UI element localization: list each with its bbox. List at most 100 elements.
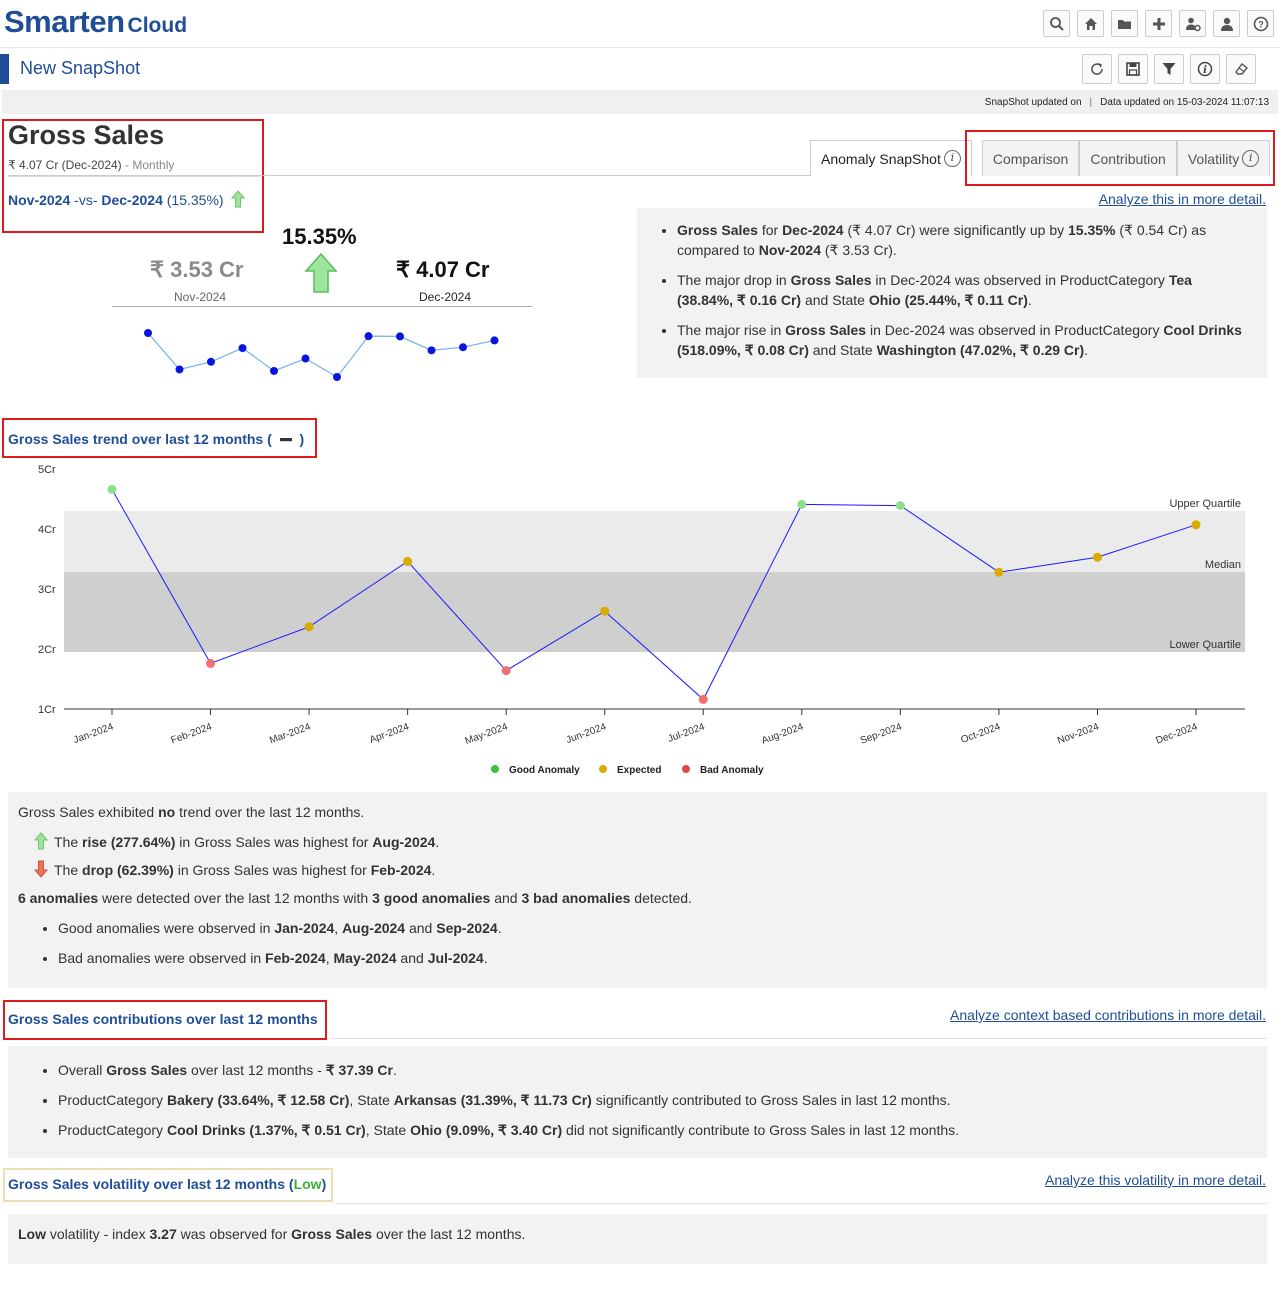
svg-text:?: ? xyxy=(1258,19,1264,29)
rise-statement: The rise (277.64%) in Gross Sales was hi… xyxy=(33,832,439,850)
title-accent xyxy=(0,54,9,84)
good-anomalies-item: Good anomalies were observed in Jan-2024… xyxy=(58,918,502,938)
data-point xyxy=(107,484,117,494)
data-updated-label: Data updated on 15-03-2024 11:07:13 xyxy=(1100,97,1269,108)
user-icon[interactable] xyxy=(1213,10,1240,37)
anomaly-summary: Gross Sales for Dec-2024 (₹ 4.07 Cr) wer… xyxy=(637,208,1267,378)
legend-marker xyxy=(682,765,690,773)
sparkline-point xyxy=(396,332,404,341)
down-arrow-icon xyxy=(33,860,49,878)
sparkline-point xyxy=(364,332,373,341)
data-point xyxy=(994,567,1004,577)
tab-baseline xyxy=(8,175,810,176)
vol-statement: Low volatility - index 3.27 was observed… xyxy=(18,1226,526,1242)
data-point xyxy=(1092,552,1102,562)
kpi-divider xyxy=(112,306,532,307)
contrib-item: Overall Gross Sales over last 12 months … xyxy=(58,1060,959,1080)
sparkline-chart xyxy=(144,329,499,381)
data-point xyxy=(501,666,511,676)
data-point xyxy=(698,694,708,704)
median-band xyxy=(64,572,1245,652)
sparkline-point xyxy=(459,343,467,352)
period-comparison: Nov-2024 -vs- Dec-2024 (15.35%) xyxy=(8,190,246,208)
top-toolbar: ? xyxy=(1036,10,1274,37)
data-point xyxy=(797,499,807,509)
measure-divider xyxy=(8,176,260,177)
analyze-detail-link[interactable]: Analyze this in more detail. xyxy=(1099,191,1266,207)
legend-marker xyxy=(491,765,499,773)
y-tick-label: 3Cr xyxy=(38,584,56,596)
band-label: Lower Quartile xyxy=(1169,639,1241,651)
trend-summary: Gross Sales exhibited no trend over the … xyxy=(8,792,1267,988)
user-settings-icon[interactable] xyxy=(1179,10,1206,37)
x-tick-label: Dec-2024 xyxy=(1155,721,1200,746)
status-bar: SnapShot updated on | Data updated on 15-0… xyxy=(2,90,1278,114)
band-label: Upper Quartile xyxy=(1169,498,1241,510)
data-point xyxy=(403,556,413,566)
y-tick-label: 1Cr xyxy=(38,704,56,716)
analyze-contrib-link[interactable]: Analyze context based contributions in m… xyxy=(950,1007,1266,1023)
svg-text:i: i xyxy=(1203,65,1207,76)
x-tick-label: Apr-2024 xyxy=(368,721,411,746)
sub-bar: New SnapShot i xyxy=(0,49,1280,89)
help-icon[interactable]: ? xyxy=(1247,10,1274,37)
up-arrow-icon xyxy=(33,832,49,850)
legend-label: Bad Anomaly xyxy=(700,765,764,776)
y-tick-label: 4Cr xyxy=(38,524,56,536)
save-icon[interactable] xyxy=(1118,54,1148,84)
snapshot-updated-label: SnapShot updated on xyxy=(984,97,1082,108)
trend-statement: Gross Sales exhibited no trend over the … xyxy=(18,804,365,820)
info-icon[interactable]: i xyxy=(943,150,961,167)
data-point xyxy=(206,658,216,668)
tabs-highlight xyxy=(965,130,1275,186)
legend-label: Good Anomaly xyxy=(509,765,580,776)
up-arrow-icon xyxy=(304,252,338,293)
filter-icon[interactable] xyxy=(1154,54,1184,84)
drop-statement: The drop (62.39%) in Gross Sales was hig… xyxy=(33,860,435,878)
eraser-icon[interactable] xyxy=(1226,54,1256,84)
page-title: New SnapShot xyxy=(20,58,141,78)
x-tick-label: Feb-2024 xyxy=(170,721,214,746)
analyze-vol-link[interactable]: Analyze this volatility in more detail. xyxy=(1045,1172,1266,1188)
x-tick-label: Jul-2024 xyxy=(666,721,706,745)
y-tick-label: 5Cr xyxy=(38,464,56,476)
x-tick-label: Sep-2024 xyxy=(859,721,904,746)
band-label: Median xyxy=(1205,559,1241,571)
sparkline-line xyxy=(147,332,495,378)
kpi-previous-value: ₹ 3.53 Cr xyxy=(150,257,244,282)
kpi-current-label: Dec-2024 xyxy=(419,290,472,304)
up-arrow-icon xyxy=(231,190,246,208)
sparkline-point xyxy=(144,329,152,337)
status-separator: | xyxy=(1089,97,1093,108)
vol-summary: Low volatility - index 3.27 was observed… xyxy=(8,1214,1267,1264)
anomaly-count-statement: 6 anomalies were detected over the last … xyxy=(18,890,692,906)
kpi-previous-label: Nov-2024 xyxy=(174,290,227,304)
contrib-item: ProductCategory Bakery (33.64%, ₹ 12.58 … xyxy=(58,1090,959,1110)
legend-label: Expected xyxy=(617,765,661,776)
folder-icon[interactable] xyxy=(1111,10,1138,37)
sparkline-point xyxy=(490,336,499,345)
app-logo[interactable]: Smarten Cloud xyxy=(4,4,187,40)
data-point xyxy=(1191,520,1201,530)
search-icon[interactable] xyxy=(1043,10,1070,37)
x-tick-label: Jan-2024 xyxy=(72,721,115,746)
info-icon[interactable]: i xyxy=(1190,54,1220,84)
sparkline-point xyxy=(427,346,436,355)
vol-section-title: Gross Sales volatility over last 12 mont… xyxy=(8,1176,327,1192)
data-point xyxy=(304,622,314,632)
trend-section-title: Gross Sales trend over last 12 months ( … xyxy=(8,431,305,447)
refresh-icon[interactable] xyxy=(1082,54,1112,84)
no-trend-icon xyxy=(279,438,292,442)
sparkline-point xyxy=(333,373,341,381)
kpi-current-value: ₹ 4.07 Cr xyxy=(396,257,490,282)
summary-item: The major rise in Gross Sales in Dec-202… xyxy=(677,320,1249,360)
data-point xyxy=(600,606,610,616)
vol-divider xyxy=(336,1203,1267,1204)
plus-icon[interactable] xyxy=(1145,10,1172,37)
x-tick-label: Mar-2024 xyxy=(268,721,312,746)
summary-item: Gross Sales for Dec-2024 (₹ 4.07 Cr) wer… xyxy=(677,220,1249,260)
home-icon[interactable] xyxy=(1077,10,1104,37)
tab-anomaly-snapshot[interactable]: Anomaly SnapShot i xyxy=(810,140,972,176)
top-bar: Smarten Cloud ? xyxy=(0,0,1280,48)
summary-item: The major drop in Gross Sales in Dec-202… xyxy=(677,270,1249,310)
